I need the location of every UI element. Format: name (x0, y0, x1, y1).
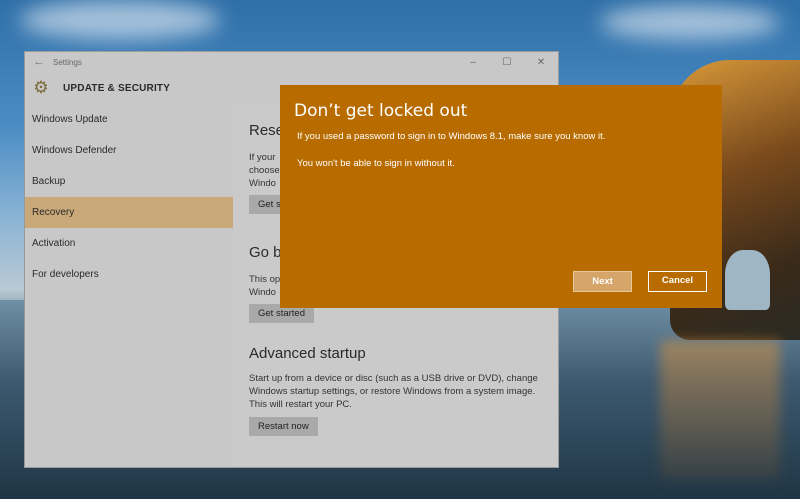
advanced-startup-heading: Advanced startup (249, 345, 366, 362)
dialog-message-line2: You won't be able to sign in without it. (297, 158, 455, 169)
sidebar-item-activation[interactable]: Activation (25, 228, 233, 259)
minimize-button[interactable]: – (456, 57, 490, 68)
title-bar: ← Settings – ☐ ✕ (25, 52, 558, 72)
sidebar-item-backup[interactable]: Backup (25, 166, 233, 197)
restart-now-button[interactable]: Restart now (249, 417, 318, 436)
locked-out-dialog: Don’t get locked out If you used a passw… (280, 85, 722, 308)
section-title: UPDATE & SECURITY (63, 82, 171, 94)
advanced-startup-text: Start up from a device or disc (such as … (249, 373, 538, 410)
cancel-button[interactable]: Cancel (648, 271, 707, 292)
dialog-message-line1: If you used a password to sign in to Win… (297, 131, 606, 142)
dialog-title: Don’t get locked out (294, 101, 468, 121)
sidebar-item-recovery[interactable]: Recovery (25, 197, 233, 228)
cloud (600, 5, 780, 40)
next-button[interactable]: Next (573, 271, 632, 292)
maximize-button[interactable]: ☐ (490, 57, 524, 68)
sidebar-item-windows-defender[interactable]: Windows Defender (25, 135, 233, 166)
sidebar-item-windows-update[interactable]: Windows Update (25, 104, 233, 135)
back-arrow-icon[interactable]: ← (25, 56, 53, 68)
rock-arch (725, 250, 770, 310)
close-button[interactable]: ✕ (524, 57, 558, 68)
sidebar: Windows Update Windows Defender Backup R… (25, 104, 233, 467)
cloud (20, 0, 220, 40)
water-reflection (660, 340, 780, 480)
window-title: Settings (53, 57, 82, 67)
sidebar-item-for-developers[interactable]: For developers (25, 259, 233, 290)
gear-icon: ⚙ (33, 78, 49, 97)
